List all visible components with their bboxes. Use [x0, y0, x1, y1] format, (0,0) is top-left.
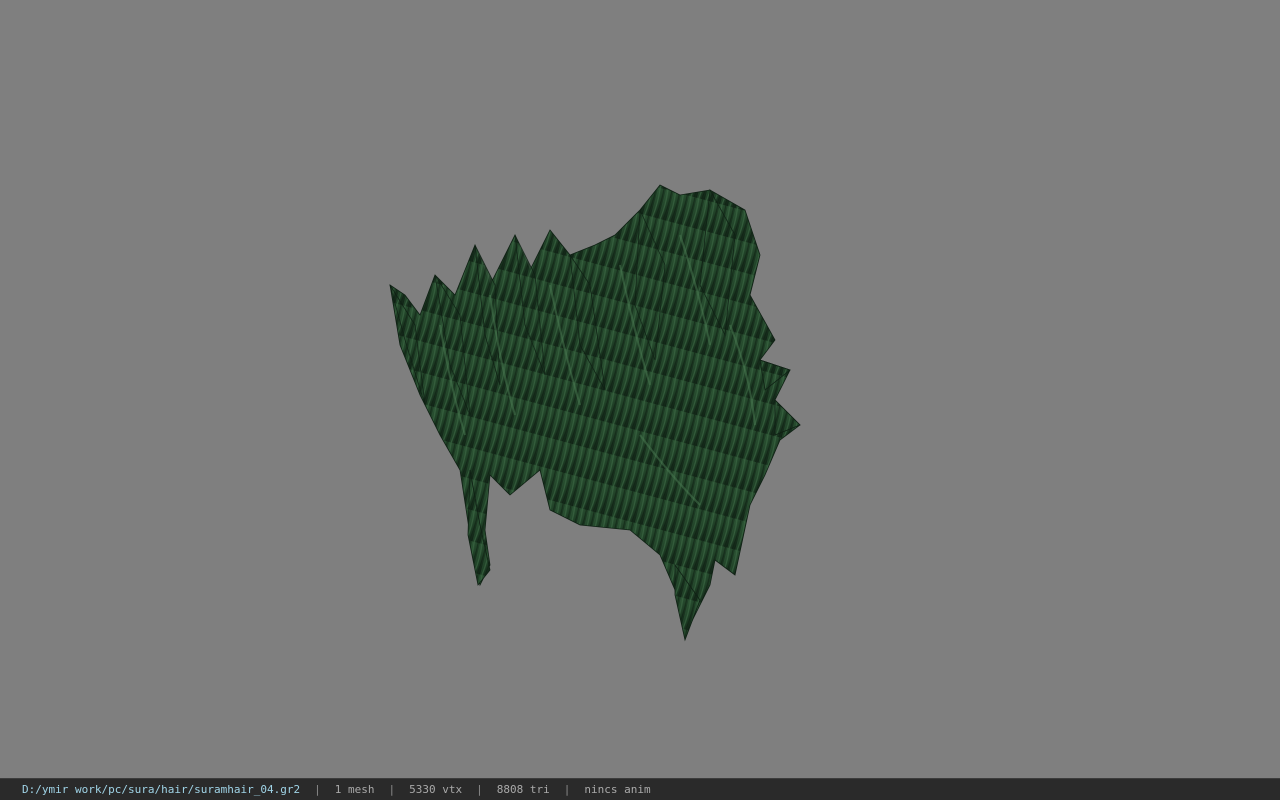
status-bar: D:/ymir work/pc/sura/hair/suramhair_04.g… — [0, 778, 1280, 800]
hair-mesh-model[interactable] — [380, 175, 810, 650]
mesh-count-label: 1 mesh — [334, 783, 375, 796]
separator: | — [314, 783, 321, 796]
separator: | — [563, 783, 571, 796]
separator: | — [476, 783, 483, 796]
animation-status-label: nincs anim — [584, 783, 651, 796]
3d-viewport[interactable] — [0, 0, 1280, 778]
triangle-count-label: 8808 tri — [496, 783, 550, 796]
file-path-label: D:/ymir work/pc/sura/hair/suramhair_04.g… — [22, 783, 301, 796]
vertex-count-label: 5330 vtx — [409, 783, 463, 796]
separator: | — [388, 783, 396, 796]
